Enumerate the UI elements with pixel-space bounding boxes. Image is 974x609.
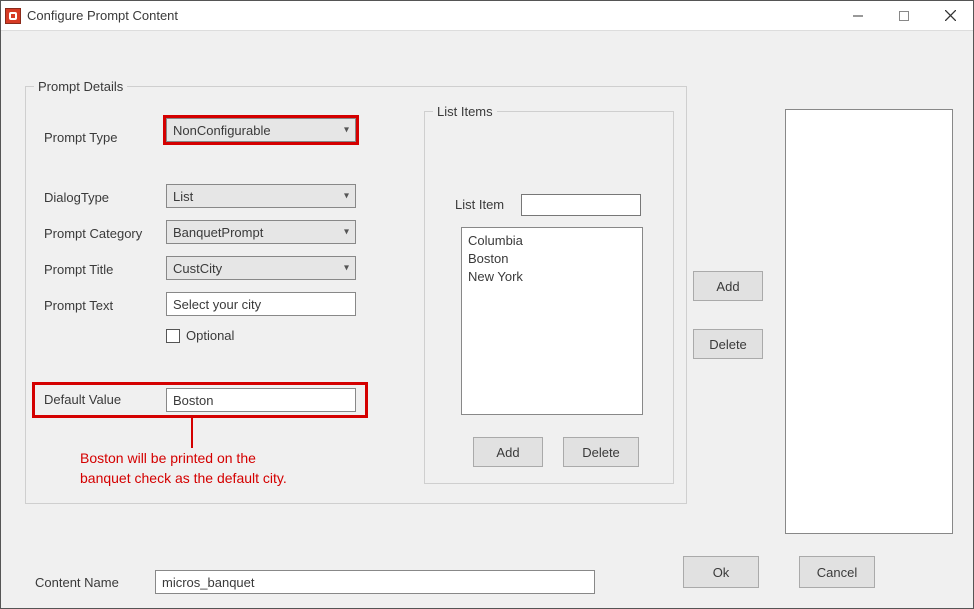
- prompt-title-value: CustCity: [173, 261, 222, 276]
- side-delete-button[interactable]: Delete: [693, 329, 763, 359]
- prompt-text-value: Select your city: [173, 297, 261, 312]
- list-item[interactable]: Columbia: [468, 232, 636, 250]
- prompt-type-select[interactable]: NonConfigurable ▾: [166, 118, 356, 142]
- maximize-icon: [899, 11, 909, 21]
- list-items-listbox[interactable]: Columbia Boston New York: [461, 227, 643, 415]
- chevron-down-icon: ▾: [344, 125, 349, 136]
- titlebar: Configure Prompt Content: [1, 1, 973, 31]
- content-name-value: micros_banquet: [162, 575, 255, 590]
- prompt-text-label: Prompt Text: [44, 298, 164, 313]
- prompt-title-label: Prompt Title: [44, 262, 164, 277]
- chevron-down-icon: ▾: [344, 263, 349, 274]
- close-icon: [945, 10, 956, 21]
- minimize-icon: [853, 11, 863, 21]
- list-item-label: List Item: [455, 197, 504, 212]
- content-name-row: Content Name micros_banquet: [35, 570, 595, 594]
- prompt-category-value: BanquetPrompt: [173, 225, 263, 240]
- optional-label: Optional: [186, 328, 234, 343]
- side-listbox[interactable]: [785, 109, 953, 534]
- window: Configure Prompt Content Prompt Details …: [0, 0, 974, 609]
- window-title: Configure Prompt Content: [27, 8, 178, 23]
- annotation-connector: [191, 418, 193, 448]
- dialog-type-label: DialogType: [44, 190, 164, 205]
- list-item-input[interactable]: [521, 194, 641, 216]
- content-name-label: Content Name: [35, 575, 155, 590]
- chevron-down-icon: ▾: [344, 191, 349, 202]
- prompt-category-select[interactable]: BanquetPrompt ▾: [166, 220, 356, 244]
- cancel-button[interactable]: Cancel: [799, 556, 875, 588]
- list-item[interactable]: New York: [468, 268, 636, 286]
- default-value-value: Boston: [173, 393, 213, 408]
- prompt-details-group: Prompt Details Prompt Type NonConfigurab…: [25, 79, 687, 504]
- ok-button[interactable]: Ok: [683, 556, 759, 588]
- dialog-type-select[interactable]: List ▾: [166, 184, 356, 208]
- list-items-group: List Items List Item Columbia Boston New…: [424, 104, 674, 484]
- prompt-category-label: Prompt Category: [44, 226, 164, 241]
- default-value-label: Default Value: [44, 392, 164, 407]
- list-items-legend: List Items: [433, 104, 497, 119]
- annotation-line-2: banquet check as the default city.: [80, 468, 287, 488]
- dialog-type-value: List: [173, 189, 193, 204]
- prompt-text-input[interactable]: Select your city: [166, 292, 356, 316]
- content-name-input[interactable]: micros_banquet: [155, 570, 595, 594]
- list-add-button[interactable]: Add: [473, 437, 543, 467]
- prompt-type-value: NonConfigurable: [173, 123, 271, 138]
- close-button[interactable]: [927, 1, 973, 30]
- annotation-line-1: Boston will be printed on the: [80, 448, 287, 468]
- prompt-details-legend: Prompt Details: [34, 79, 127, 94]
- list-item[interactable]: Boston: [468, 250, 636, 268]
- prompt-type-label: Prompt Type: [44, 130, 164, 145]
- client-area: Prompt Details Prompt Type NonConfigurab…: [1, 31, 973, 608]
- chevron-down-icon: ▾: [344, 227, 349, 238]
- prompt-title-select[interactable]: CustCity ▾: [166, 256, 356, 280]
- optional-checkbox[interactable]: [166, 329, 180, 343]
- minimize-button[interactable]: [835, 1, 881, 30]
- list-delete-button[interactable]: Delete: [563, 437, 639, 467]
- maximize-button[interactable]: [881, 1, 927, 30]
- app-icon: [5, 8, 21, 24]
- side-add-button[interactable]: Add: [693, 271, 763, 301]
- default-value-input[interactable]: Boston: [166, 388, 356, 412]
